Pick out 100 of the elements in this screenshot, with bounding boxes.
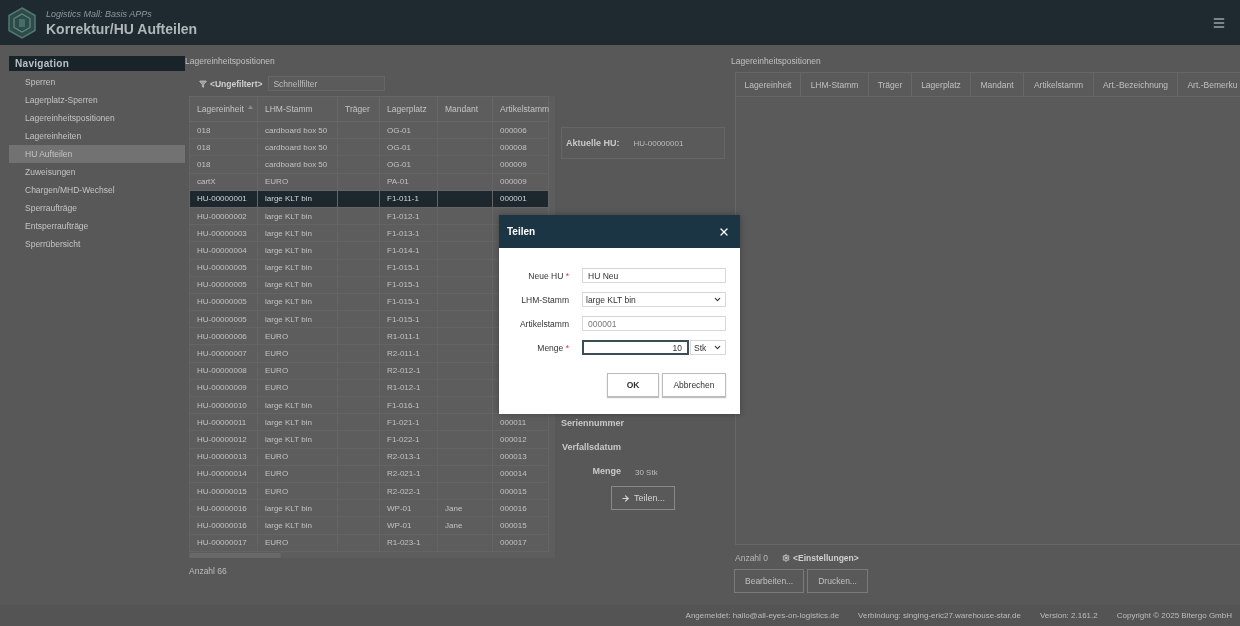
table-cell: EURO — [257, 465, 338, 483]
table-cell: large KLT bin — [257, 293, 338, 311]
table-cell: large KLT bin — [257, 276, 338, 294]
quantity-input[interactable]: 10 — [582, 340, 689, 355]
table-cell: large KLT bin — [257, 241, 338, 259]
action-button[interactable]: Bearbeiten... — [734, 569, 805, 593]
column-header[interactable]: Lagerplatz — [379, 96, 438, 122]
action-button[interactable]: Drucken... — [807, 569, 868, 593]
table-cell: cartX — [189, 173, 258, 191]
column-header[interactable]: Lagereinheit — [736, 73, 801, 96]
table-cell: large KLT bin — [257, 207, 338, 225]
filter-button[interactable]: <Ungefiltert> — [199, 78, 263, 89]
nav-item[interactable]: Zuweisungen — [9, 163, 185, 181]
column-header[interactable]: Art.-Bemerku — [1178, 73, 1240, 96]
table-cell: HU-00000012 — [189, 430, 258, 449]
table-cell: EURO — [257, 482, 338, 500]
table-cell: HU-00000015 — [189, 482, 258, 500]
column-header[interactable]: LHM-Stamm — [801, 73, 869, 96]
table-cell: HU-00000005 — [189, 310, 258, 328]
table-cell: HU-00000008 — [189, 362, 258, 380]
status-text: Angemeldet: hallo@all-eyes-on-logistics.de — [685, 611, 840, 620]
column-header[interactable]: Art.-Bezeichnung — [1094, 73, 1178, 96]
table-cell: EURO — [257, 534, 338, 552]
table-cell: large KLT bin — [257, 310, 338, 328]
table-cell: HU-00000016 — [189, 499, 258, 517]
column-header[interactable]: Mandant — [437, 96, 493, 122]
table-cell: R2-021-1 — [379, 465, 438, 483]
table-cell: HU-00000014 — [189, 465, 258, 483]
table-cell: 000006 — [492, 121, 549, 139]
column-header[interactable]: Lagerplatz — [912, 73, 971, 96]
table-cell: EURO — [257, 327, 338, 345]
table-cell: R2-013-1 — [379, 448, 438, 466]
table-cell: F1-014-1 — [379, 241, 438, 259]
table-cell: OG-01 — [379, 155, 438, 174]
table-cell: HU-00000004 — [189, 241, 258, 259]
table-cell: F1-015-1 — [379, 276, 438, 294]
table-cell: 000014 — [492, 465, 549, 483]
column-header[interactable]: Mandant — [971, 73, 1024, 96]
column-header[interactable]: Artikelstamm — [492, 96, 549, 122]
page-title: Korrektur/HU Aufteilen — [46, 20, 199, 37]
settings-link[interactable]: <Einstellungen> — [782, 553, 859, 563]
menu-icon[interactable] — [1212, 15, 1226, 30]
column-header[interactable]: Träger — [337, 96, 380, 122]
column-header[interactable]: Lagereinheit — [189, 96, 258, 122]
table-cell: HU-00000007 — [189, 344, 258, 363]
hexagon-logo-icon — [8, 6, 36, 39]
table-cell: WP-01 — [379, 516, 438, 534]
table-cell: R2-022-1 — [379, 482, 438, 500]
nav-item[interactable]: Entsperraufträge — [9, 217, 185, 235]
select-field[interactable]: large KLT bin — [582, 292, 726, 307]
table-cell: 018 — [189, 155, 258, 174]
row-count: Anzahl 0 — [735, 553, 769, 563]
arrow-right-icon — [621, 493, 630, 503]
split-button[interactable]: Teilen... — [611, 486, 675, 510]
unit-select[interactable]: Stk — [690, 340, 726, 355]
table-cell: F1-015-1 — [379, 259, 438, 277]
table-cell: EURO — [257, 173, 338, 191]
table-cell: F1-015-1 — [379, 293, 438, 311]
field-value: 30 Stk — [635, 468, 659, 477]
text-input[interactable]: HU Neu — [582, 268, 726, 283]
table-cell: R2-012-1 — [379, 362, 438, 380]
table-cell: F1-021-1 — [379, 413, 438, 431]
field-label: Menge * — [536, 342, 569, 353]
nav-item[interactable]: Lagereinheitspositionen — [9, 109, 185, 127]
table-cell: 000017 — [492, 534, 549, 552]
table-cell: 000012 — [492, 430, 549, 449]
table-cell: HU-00000010 — [189, 396, 258, 414]
table-cell: large KLT bin — [257, 259, 338, 277]
navigation-heading: Navigation — [9, 56, 185, 71]
panel-title: Lagereinheitspositionen — [185, 56, 276, 66]
quick-filter-input[interactable]: Schnellfilter — [268, 76, 386, 91]
table-cell: HU-00000003 — [189, 224, 258, 242]
table-cell: EURO — [257, 379, 338, 397]
nav-item[interactable]: Lagereinheiten — [9, 127, 185, 145]
field-label: LHM-Stamm — [520, 294, 569, 305]
cancel-button[interactable]: Abbrechen — [662, 373, 726, 397]
table-cell: cardboard box 50 — [257, 138, 338, 156]
table-cell: HU-00000009 — [189, 379, 258, 397]
readonly-input[interactable]: 000001 — [582, 316, 726, 331]
table-cell: R1-011-1 — [379, 327, 438, 345]
nav-item[interactable]: Chargen/MHD-Wechsel — [9, 181, 185, 199]
ok-button[interactable]: OK — [607, 373, 659, 397]
table-cell: R1-012-1 — [379, 379, 438, 397]
column-header[interactable]: LHM-Stamm — [257, 96, 338, 122]
table-cell: HU-00000016 — [189, 516, 258, 534]
nav-item[interactable]: Sperraufträge — [9, 199, 185, 217]
column-header[interactable]: Artikelstamm — [1024, 73, 1094, 96]
status-text: Verbindung: singing-eric27.warehouse-star.de — [858, 611, 1021, 620]
current-hu-value: HU-00000001 — [633, 138, 684, 148]
nav-item[interactable]: HU Aufteilen — [9, 145, 185, 163]
nav-item[interactable]: Sperrübersicht — [9, 235, 185, 253]
nav-item[interactable]: Sperren — [9, 73, 185, 91]
table-cell: 000009 — [492, 155, 549, 174]
table-cell: 018 — [189, 121, 258, 139]
field-label: Menge — [591, 466, 621, 478]
row-count: Anzahl 66 — [189, 565, 228, 576]
column-header[interactable]: Träger — [869, 73, 912, 96]
chevron-down-icon — [713, 343, 722, 352]
table-cell: large KLT bin — [257, 430, 338, 449]
nav-item[interactable]: Lagerplatz-Sperren — [9, 91, 185, 109]
